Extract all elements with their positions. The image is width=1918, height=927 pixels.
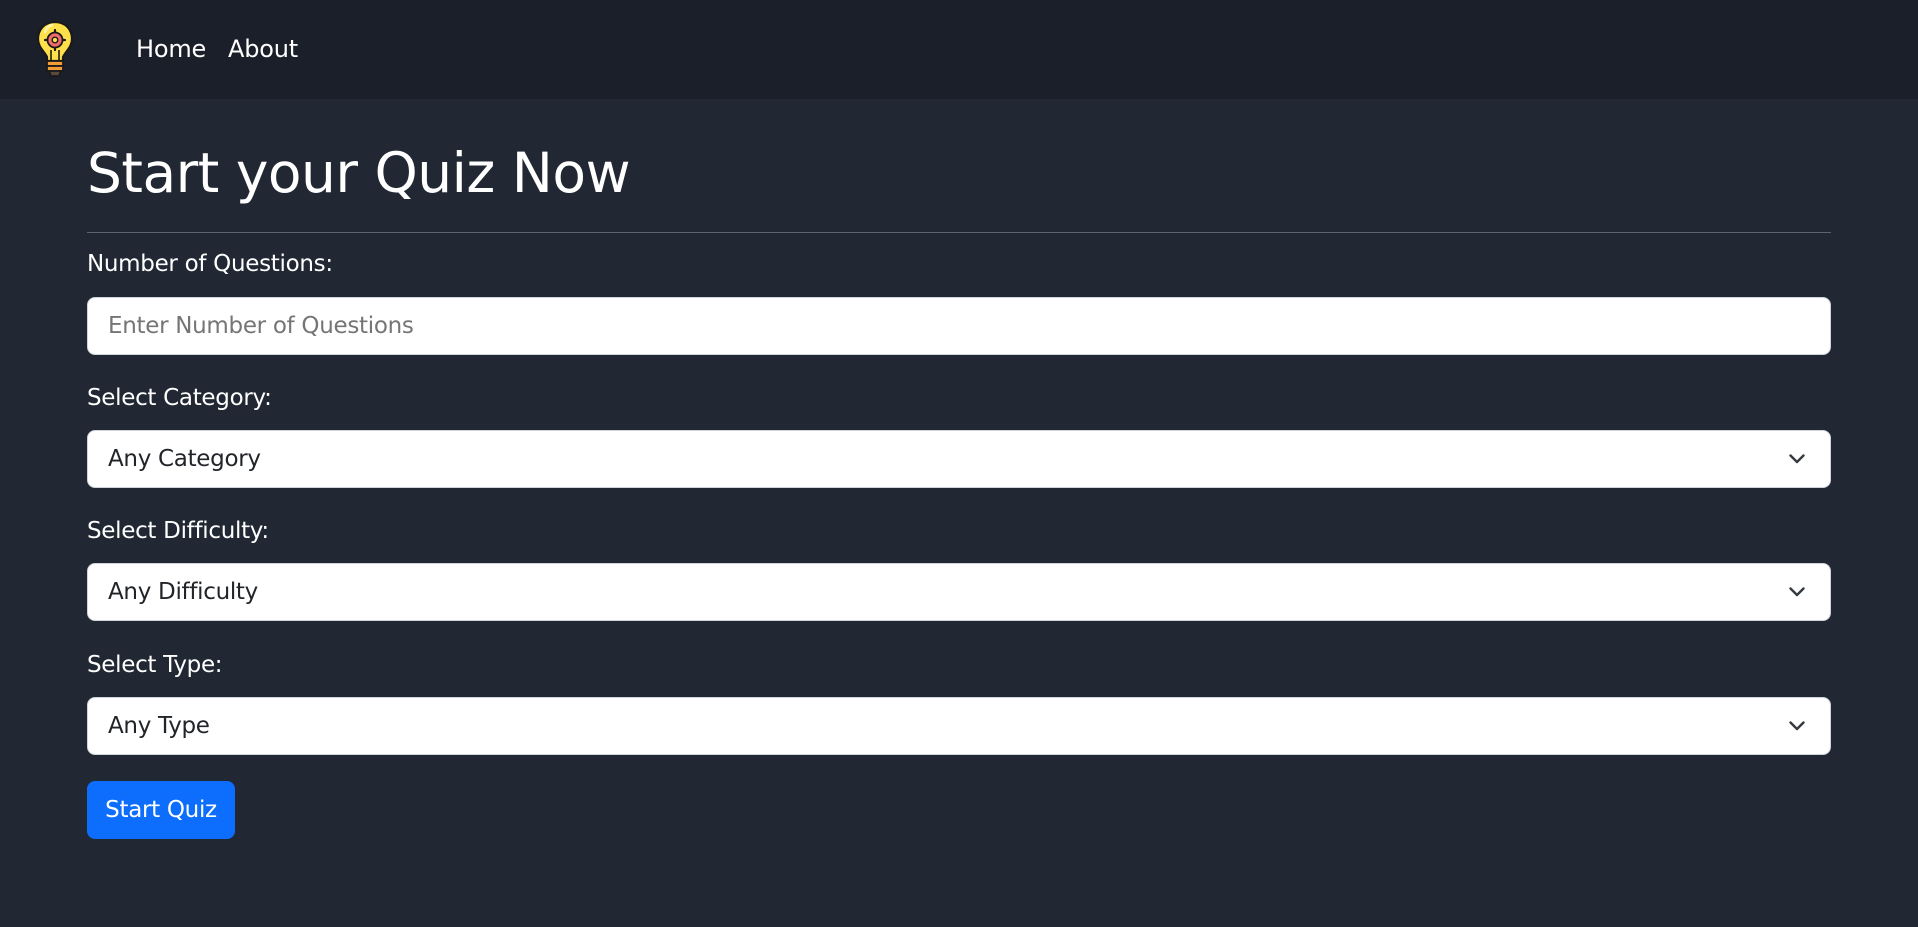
chevron-down-icon [1786, 715, 1808, 737]
type-select[interactable]: Any Type [87, 697, 1831, 755]
type-label: Select Type: [87, 652, 223, 678]
difficulty-label: Select Difficulty: [87, 518, 269, 544]
start-quiz-button[interactable]: Start Quiz [87, 781, 235, 839]
navbar: Home About [0, 0, 1918, 99]
difficulty-select[interactable]: Any Difficulty [87, 563, 1831, 621]
questions-input[interactable] [87, 297, 1831, 355]
nav-link-home[interactable]: Home [136, 34, 206, 64]
chevron-down-icon [1786, 581, 1808, 603]
divider [87, 232, 1831, 233]
chevron-down-icon [1786, 448, 1808, 470]
questions-label: Number of Questions: [87, 251, 333, 277]
category-selected-value: Any Category [108, 446, 261, 472]
page-title: Start your Quiz Now [87, 141, 631, 205]
difficulty-selected-value: Any Difficulty [108, 579, 258, 605]
type-selected-value: Any Type [108, 713, 210, 739]
category-select[interactable]: Any Category [87, 430, 1831, 488]
category-label: Select Category: [87, 385, 272, 411]
nav-link-about[interactable]: About [228, 34, 298, 64]
lightbulb-gear-icon[interactable] [36, 20, 74, 78]
